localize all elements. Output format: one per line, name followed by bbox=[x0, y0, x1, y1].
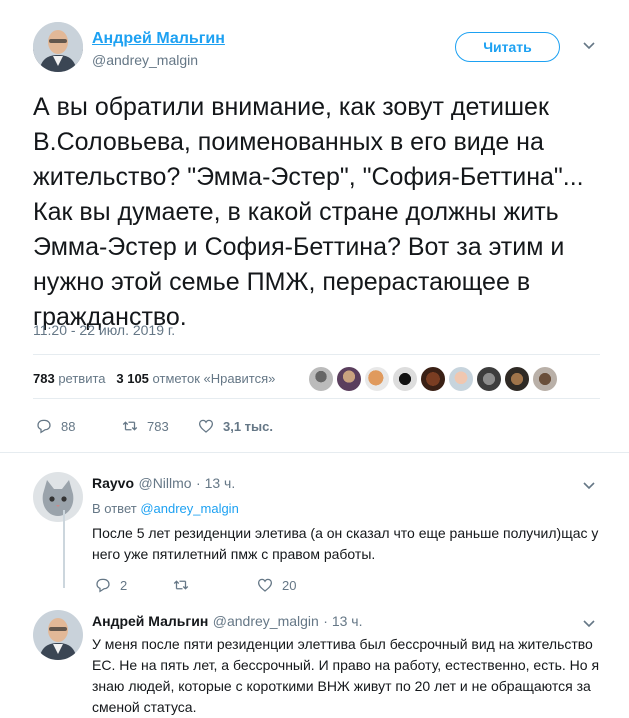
in-reply-prefix: В ответ bbox=[92, 501, 137, 516]
reply-header: Андрей Мальгин @andrey_malgin · 13 ч. bbox=[92, 613, 362, 631]
retweet-button[interactable]: 783 bbox=[121, 417, 197, 435]
divider bbox=[0, 452, 629, 453]
reply-icon bbox=[37, 419, 51, 434]
divider bbox=[33, 354, 600, 355]
reply-button[interactable]: 2 bbox=[94, 576, 172, 594]
avatar[interactable] bbox=[476, 366, 502, 392]
reply-button[interactable]: 88 bbox=[35, 417, 121, 435]
like-count: 3,1 тыс. bbox=[223, 418, 273, 434]
chevron-down-icon[interactable] bbox=[583, 478, 595, 494]
reply-icon bbox=[96, 578, 110, 593]
tweet-stats: 783 ретвита 3 105 отметок «Нравится» bbox=[33, 371, 275, 386]
tweet-actions: 88 783 3,1 тыс. bbox=[35, 417, 273, 435]
thread-line bbox=[63, 510, 65, 588]
reply-author-handle[interactable]: @Nillmo bbox=[138, 475, 191, 491]
heart-icon bbox=[198, 419, 214, 433]
reply-avatar[interactable] bbox=[33, 472, 83, 522]
retweet-count: 783 bbox=[147, 418, 169, 434]
divider bbox=[33, 398, 600, 399]
reply-text: У меня после пяти резиденции элеттива бы… bbox=[92, 636, 600, 715]
like-count: 20 bbox=[282, 577, 297, 593]
like-button[interactable]: 3,1 тыс. bbox=[197, 417, 273, 435]
author-name[interactable]: Андрей Мальгин bbox=[92, 30, 225, 48]
tweet-timestamp[interactable]: 11:20 - 22 июл. 2019 г. bbox=[33, 322, 175, 338]
in-reply-handle[interactable]: @andrey_malgin bbox=[140, 501, 238, 516]
chevron-down-icon[interactable] bbox=[583, 616, 595, 632]
reply-header: Rayvo @Nillmo · 13 ч. bbox=[92, 475, 235, 493]
retweet-icon bbox=[173, 580, 189, 590]
tweet-text: А вы обратили внимание, как зовут детише… bbox=[33, 93, 584, 331]
retweet-button[interactable] bbox=[172, 576, 256, 594]
author-handle[interactable]: @andrey_malgin bbox=[92, 52, 198, 68]
retweet-icon bbox=[122, 421, 138, 431]
avatar[interactable] bbox=[448, 366, 474, 392]
reply-author-name[interactable]: Rayvo bbox=[92, 475, 134, 491]
reply-time[interactable]: · 13 ч. bbox=[323, 613, 362, 629]
likes-count[interactable]: 3 105 bbox=[116, 371, 149, 386]
like-button[interactable]: 20 bbox=[256, 576, 296, 594]
avatar[interactable] bbox=[364, 366, 390, 392]
avatar[interactable] bbox=[532, 366, 558, 392]
follow-button[interactable]: Читать bbox=[455, 32, 560, 62]
heart-icon bbox=[257, 578, 273, 592]
reply-author-name[interactable]: Андрей Мальгин bbox=[92, 613, 208, 629]
in-reply-to: В ответ @andrey_malgin bbox=[92, 501, 239, 516]
reply-avatar[interactable] bbox=[33, 610, 83, 660]
retweets-count[interactable]: 783 bbox=[33, 371, 55, 386]
retweets-label[interactable]: ретвита bbox=[58, 371, 105, 386]
reply-author-handle[interactable]: @andrey_malgin bbox=[213, 613, 319, 629]
author-avatar[interactable] bbox=[33, 22, 83, 72]
chevron-down-icon[interactable] bbox=[583, 38, 595, 54]
likes-label[interactable]: отметок «Нравится» bbox=[153, 371, 276, 386]
avatar[interactable] bbox=[504, 366, 530, 392]
reply-count: 2 bbox=[120, 577, 128, 593]
avatar[interactable] bbox=[308, 366, 334, 392]
liker-avatars bbox=[308, 366, 560, 392]
avatar[interactable] bbox=[392, 366, 418, 392]
avatar[interactable] bbox=[336, 366, 362, 392]
reply-text: После 5 лет резиденции элетива (а он ска… bbox=[92, 525, 599, 562]
reply-actions: 2 20 bbox=[94, 576, 296, 594]
reply-time[interactable]: · 13 ч. bbox=[196, 475, 235, 491]
reply-count: 88 bbox=[61, 418, 76, 434]
avatar[interactable] bbox=[420, 366, 446, 392]
